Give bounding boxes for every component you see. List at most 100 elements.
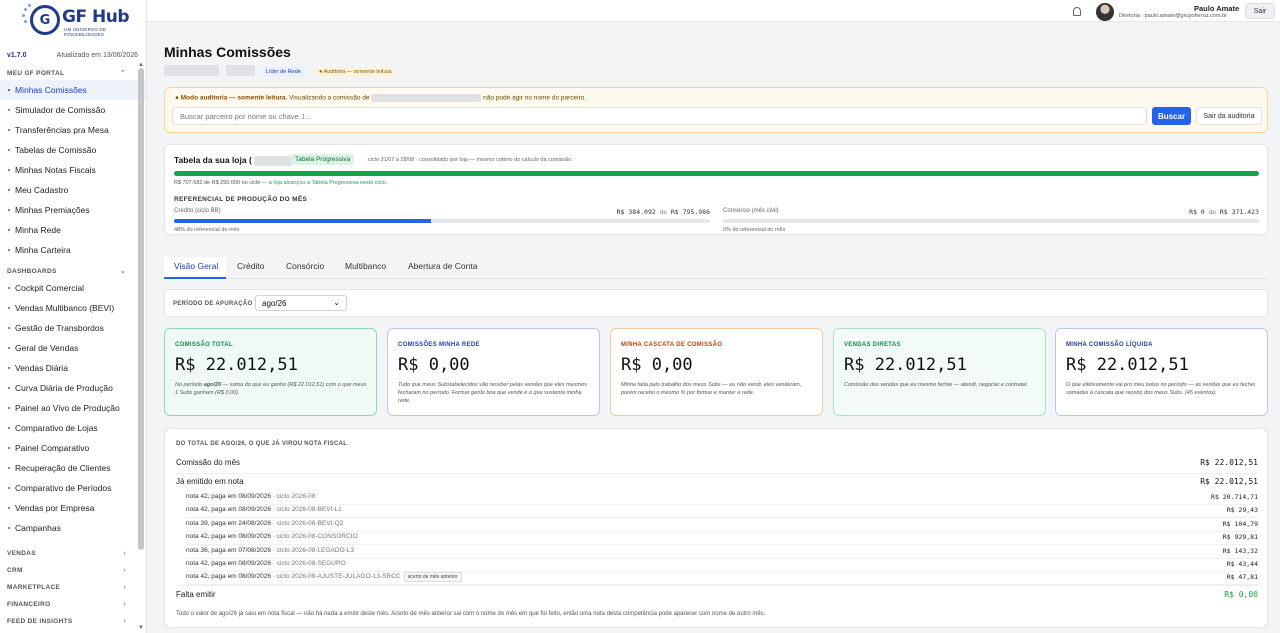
kpi-card: MINHA CASCATA DE COMISSÃO R$ 0,00 Minha fa… [610, 328, 823, 416]
credit-values: R$ 384.092 de R$ 795.986 [617, 208, 710, 216]
nota-cycle: · ciclo 2026-08-SEGURO [270, 560, 346, 567]
partner-search-input[interactable] [172, 107, 1147, 125]
sidebar-item[interactable]: Painel Comparativo [0, 438, 146, 458]
chevron-right-icon: › [123, 550, 126, 557]
section-crm[interactable]: CRM › [0, 562, 146, 579]
progressive-info-text: R$ 707.682 de R$ 250.000 no ciclo [174, 180, 261, 186]
sidebar-item[interactable]: Painel ao Vivo de Produção [0, 398, 146, 418]
tab-visao-geral[interactable]: Visão Geral [174, 261, 218, 271]
sidebar-item[interactable]: Minha Rede [0, 220, 146, 240]
nota-tag: acerto de mês anterior [403, 572, 462, 583]
sidebar-item[interactable]: Curva Diária de Produção [0, 378, 146, 398]
chevron-down-icon: ⌄ [119, 268, 126, 275]
bullet-icon [8, 109, 10, 111]
kpi-desc-pre: Comissão das vendas que eu mesmo fechei … [844, 382, 1029, 388]
user-name: Paulo Amate [1194, 4, 1240, 13]
sidebar-item[interactable]: Meu Cadastro [0, 180, 146, 200]
nota-cycle: · ciclo 2026-09-AJUSTE-JULAGO-13-SRCC [270, 573, 401, 581]
sidebar-item[interactable]: Vendas Multibanco (BEVI) [0, 298, 146, 318]
sidebar-item[interactable]: Campanhas [0, 518, 146, 538]
falta-emitir-row: Falta emitir R$ 0,00 [176, 590, 1258, 604]
consorcio-values: R$ 0 de R$ 371.423 [1189, 208, 1259, 216]
tab-consorcio[interactable]: Consórcio [286, 261, 324, 271]
exit-audit-button[interactable]: Sair da auditoria [1196, 107, 1262, 125]
nota-text: nota 39, paga em 24/08/2026 · ciclo 2026… [186, 520, 343, 527]
progressive-info: R$ 707.682 de R$ 250.000 no ciclo — a lo… [174, 180, 387, 186]
section-dashboards[interactable]: DASHBOARDS ⌄ [0, 264, 146, 278]
bell-icon[interactable] [1073, 7, 1081, 16]
nota-text: nota 42, paga em 08/09/2026 · ciclo 2026… [186, 572, 462, 583]
section-title: CRM [7, 567, 23, 574]
sidebar-item[interactable]: Simulador de Comissão [0, 100, 146, 120]
section-vendas[interactable]: VENDAS › [0, 545, 146, 562]
tab-abertura-de-conta[interactable]: Abertura de Conta [408, 261, 477, 271]
nota-cycle: · ciclo 2026-08-BEVI-L1 [270, 506, 342, 514]
section-feed-de-insights[interactable]: FEED DE INSIGHTS › [0, 613, 146, 630]
main-content: Minhas Comissões Líder de Rede ● Auditor… [147, 22, 1280, 633]
sidebar-item-label: Vendas Multibanco (BEVI) [15, 303, 115, 313]
sidebar-item[interactable]: Minhas Premiações [0, 200, 146, 220]
sidebar-item[interactable]: Comparativo de Períodos [0, 478, 146, 498]
kpi-desc-bold: ago/26 [203, 382, 222, 388]
scroll-down-arrow-icon[interactable]: ▼ [138, 625, 144, 631]
redacted-store [253, 155, 292, 166]
divider [186, 517, 1258, 519]
period-select[interactable]: ago/26 ⌄ [255, 295, 347, 311]
sidebar-item[interactable]: Gestão de Transbordos [0, 318, 146, 338]
credit-total: R$ 795.986 [670, 208, 710, 216]
version-row: v1.7.0 Atualizado em 13/06/2026 [0, 40, 146, 62]
bullet-icon [8, 447, 10, 449]
version-label: v1.7.0 [7, 51, 27, 59]
section-meu-gf-portal[interactable]: MEU GF PORTAL ⌃ [0, 66, 146, 80]
bullet-icon [8, 427, 10, 429]
sidebar-item-label: Painel ao Vivo de Produção [15, 403, 120, 413]
sidebar-item[interactable]: Minhas Notas Fiscais [0, 160, 146, 180]
sidebar-item[interactable]: Comparativo de Lojas [0, 418, 146, 438]
falta-emitir-value: R$ 0,00 [1224, 590, 1258, 599]
kpi-desc-pre: Minha fatia pelo trabalho dos meus Subs … [621, 382, 802, 396]
redacted-name [164, 65, 219, 76]
sidebar-item[interactable]: Vendas por Empresa [0, 498, 146, 518]
bullet-icon [8, 229, 10, 231]
sidebar-item[interactable]: Vendas Diária [0, 358, 146, 378]
sidebar-item[interactable]: Minha Carteira [0, 240, 146, 260]
section-title: MEU GF PORTAL [7, 69, 65, 77]
sidebar-item-label: Minhas Notas Fiscais [15, 165, 96, 175]
kpi-desc-pre: Tudo que meus Substabelecidos vão recebe… [398, 382, 587, 404]
sidebar-item[interactable]: Transferências pra Mesa [0, 120, 146, 140]
sidebar-item[interactable]: Cockpit Comercial [0, 278, 146, 298]
sidebar-item[interactable]: Tabelas de Comissão [0, 140, 146, 160]
nota-value: R$ 29,43 [1226, 506, 1258, 515]
avatar[interactable] [1096, 3, 1114, 21]
sidebar-item-label: Minhas Premiações [15, 205, 90, 215]
nota-cycle: · ciclo 2026-08-BEVI-Q2 [270, 519, 344, 527]
sidebar-item-label: Tabelas de Comissão [15, 145, 97, 155]
progressive-table-card: Tabela da sua loja ( Tabela Progressiva … [164, 144, 1268, 235]
logout-button[interactable]: Sair [1245, 3, 1275, 19]
bullet-icon [8, 407, 10, 409]
bullet-icon [8, 327, 10, 329]
sidebar-item[interactable]: Geral de Vendas [0, 338, 146, 358]
sidebar-item-label: Vendas por Empresa [15, 503, 95, 513]
chevron-right-icon: › [123, 601, 126, 608]
section-marketplace[interactable]: MARKETPLACE › [0, 579, 146, 596]
tab-credito[interactable]: Crédito [237, 261, 264, 271]
sidebar-item[interactable]: Recuperação de Clientes [0, 458, 146, 478]
redacted-code [226, 65, 255, 76]
bullet-icon [8, 149, 10, 151]
nota-value: R$ 929,81 [1222, 533, 1258, 542]
tab-multibanco[interactable]: Multibanco [345, 261, 386, 271]
nf-footer: Todo o valor de ago/26 já saiu em nota f… [176, 611, 766, 617]
sidebar-scrollbar[interactable] [138, 68, 144, 550]
bullet-icon [8, 129, 10, 131]
portal-nav-list: Minhas Comissões Simulador de Comissão Tra… [0, 80, 146, 260]
section-financeiro[interactable]: FINANCEIRO › [0, 596, 146, 613]
search-button[interactable]: Buscar [1152, 107, 1191, 125]
nota-value: R$ 43,44 [1226, 560, 1258, 568]
audit-badge: ● Auditoria — somente leitura [315, 67, 396, 77]
logo[interactable]: G GF Hub UM UNIVERSO DE POSSIBILIDADES [0, 0, 146, 40]
logo-text: GF Hub [62, 7, 129, 27]
sidebar-item[interactable]: Minhas Comissões [0, 80, 146, 100]
period-value: ago/26 [262, 298, 287, 308]
redacted-partner [371, 94, 482, 102]
